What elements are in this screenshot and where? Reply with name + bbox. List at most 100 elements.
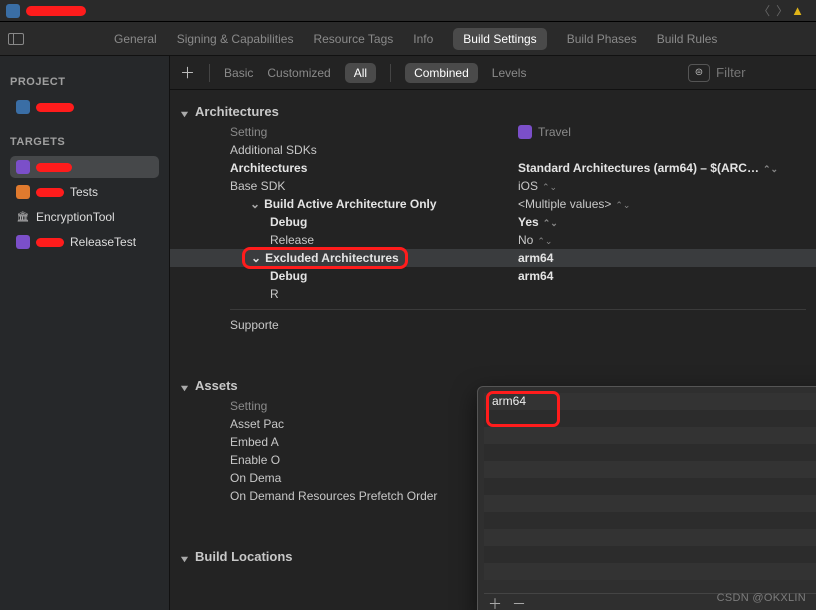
disclosure-icon[interactable]: [180, 107, 189, 116]
divider: [230, 309, 806, 310]
row-build-active-arch[interactable]: ⌄Build Active Architecture Only <Multipl…: [170, 195, 816, 213]
sidebar-targets-header: TARGETS: [10, 136, 159, 148]
redaction: [36, 103, 74, 112]
project-sidebar: PROJECT TARGETS Tests 🏛 EncryptionTool R…: [0, 56, 170, 610]
row-supported-platforms[interactable]: Supporte: [170, 316, 816, 334]
sidebar-target-0[interactable]: [10, 156, 159, 178]
sidebar-item-label: EncryptionTool: [36, 210, 115, 224]
add-value-button[interactable]: ＋: [488, 594, 502, 610]
row-excluded-debug[interactable]: Debug arm64: [170, 267, 816, 285]
scope-basic[interactable]: Basic: [224, 66, 253, 80]
view-combined[interactable]: Combined: [405, 63, 478, 83]
row-additional-sdks[interactable]: Additional SDKs: [170, 141, 816, 159]
setting-label: On Dema: [230, 471, 518, 485]
setting-label: Additional SDKs: [230, 143, 518, 157]
sidebar-target-1[interactable]: Tests: [10, 181, 159, 203]
col-target: Travel: [518, 125, 571, 139]
setting-label: Base SDK: [230, 179, 518, 193]
watermark: CSDN @OKXLIN: [717, 592, 806, 604]
tool-target-icon: 🏛: [16, 210, 30, 224]
add-build-setting-button[interactable]: ＋: [180, 62, 195, 83]
col-setting: Setting: [230, 125, 518, 139]
target-icon: [518, 125, 532, 139]
app-target-icon: [16, 160, 30, 174]
row-excluded-release[interactable]: R: [170, 285, 816, 303]
col-setting: Setting: [230, 399, 518, 413]
build-settings-toolbar: ＋ Basic Customized All Combined Levels ⊜: [170, 56, 816, 90]
tab-build-phases[interactable]: Build Phases: [567, 32, 637, 46]
toggle-navigator-icon[interactable]: [8, 33, 24, 45]
setting-value[interactable]: arm64: [518, 251, 553, 265]
divider: [390, 64, 391, 82]
tab-build-settings[interactable]: Build Settings: [453, 28, 546, 50]
filter-scope-icon[interactable]: ⊜: [688, 64, 710, 82]
row-excluded-architectures[interactable]: ⌄Excluded Architectures arm64: [170, 249, 816, 267]
tab-signing[interactable]: Signing & Capabilities: [177, 32, 294, 46]
section-architectures[interactable]: Architectures: [170, 100, 816, 123]
app-icon: [6, 4, 20, 18]
setting-label: Debug: [230, 215, 518, 229]
setting-label: Debug: [230, 269, 518, 283]
setting-label: Asset Pac: [230, 417, 518, 431]
setting-value[interactable]: Yes⌃⌄: [518, 215, 558, 229]
popup-indicator-icon: ⌃⌄: [542, 182, 557, 192]
filter-input[interactable]: [716, 65, 806, 80]
tab-resource-tags[interactable]: Resource Tags: [313, 32, 393, 46]
remove-value-button[interactable]: －: [512, 594, 526, 610]
list-item[interactable]: arm64: [484, 393, 816, 410]
warning-icon[interactable]: ▲: [791, 3, 804, 18]
setting-value[interactable]: iOS⌃⌄: [518, 179, 557, 193]
setting-value[interactable]: <Multiple values>⌃⌄: [518, 197, 630, 211]
setting-value[interactable]: No⌃⌄: [518, 233, 552, 247]
section-title: Assets: [195, 378, 238, 393]
setting-value[interactable]: arm64: [518, 269, 553, 283]
sidebar-item-label: ReleaseTest: [70, 235, 136, 249]
setting-label: Enable O: [230, 453, 518, 467]
editor-tabbar: General Signing & Capabilities Resource …: [0, 22, 816, 56]
setting-label: Architectures: [230, 161, 518, 175]
tab-build-rules[interactable]: Build Rules: [657, 32, 718, 46]
window-titlebar: 〈 〉 ▲: [0, 0, 816, 22]
scope-all[interactable]: All: [345, 63, 376, 83]
sidebar-target-3[interactable]: ReleaseTest: [10, 231, 159, 253]
tab-general[interactable]: General: [114, 32, 157, 46]
section-title: Build Locations: [195, 549, 293, 564]
nav-back-icon[interactable]: 〈: [758, 2, 770, 19]
redaction: [36, 188, 64, 197]
disclosure-icon[interactable]: [180, 381, 189, 390]
sidebar-target-2[interactable]: 🏛 EncryptionTool: [10, 206, 159, 228]
sidebar-project-header: PROJECT: [10, 76, 159, 88]
popup-indicator-icon: ⌃⌄: [763, 164, 778, 174]
row-baao-debug[interactable]: Debug Yes⌃⌄: [170, 213, 816, 231]
column-headers: Setting Travel: [170, 123, 816, 141]
disclosure-icon[interactable]: [180, 552, 189, 561]
settings-scroll[interactable]: Architectures Setting Travel Additional …: [170, 90, 816, 610]
popup-indicator-icon: ⌃⌄: [615, 200, 630, 210]
filter-field[interactable]: ⊜: [688, 64, 806, 82]
divider: [209, 64, 210, 82]
redaction: [36, 238, 64, 247]
value-list[interactable]: arm64: [484, 393, 816, 589]
redaction: [36, 163, 72, 172]
tab-info[interactable]: Info: [413, 32, 433, 46]
test-target-icon: [16, 185, 30, 199]
annotation-highlight: ⌄Excluded Architectures: [242, 247, 408, 269]
sidebar-project-item[interactable]: [10, 96, 159, 118]
value-list-popover[interactable]: arm64 ＋ －: [477, 386, 816, 610]
sidebar-item-label: Tests: [70, 185, 98, 199]
setting-value[interactable]: Standard Architectures (arm64) – $(ARC…⌃…: [518, 161, 778, 175]
row-base-sdk[interactable]: Base SDK iOS⌃⌄: [170, 177, 816, 195]
setting-label: Supporte: [230, 318, 518, 332]
build-settings-panel: ＋ Basic Customized All Combined Levels ⊜…: [170, 56, 816, 610]
setting-label: Embed A: [230, 435, 518, 449]
popup-indicator-icon: ⌃⌄: [537, 236, 552, 246]
setting-label: ⌄Excluded Architectures: [230, 251, 518, 265]
section-title: Architectures: [195, 104, 279, 119]
nav-forward-icon[interactable]: 〉: [776, 2, 788, 19]
list-item[interactable]: [484, 410, 816, 427]
view-levels[interactable]: Levels: [492, 66, 527, 80]
row-architectures[interactable]: Architectures Standard Architectures (ar…: [170, 159, 816, 177]
redacted-title: [26, 6, 86, 16]
app-target-icon: [16, 235, 30, 249]
scope-customized[interactable]: Customized: [267, 66, 330, 80]
